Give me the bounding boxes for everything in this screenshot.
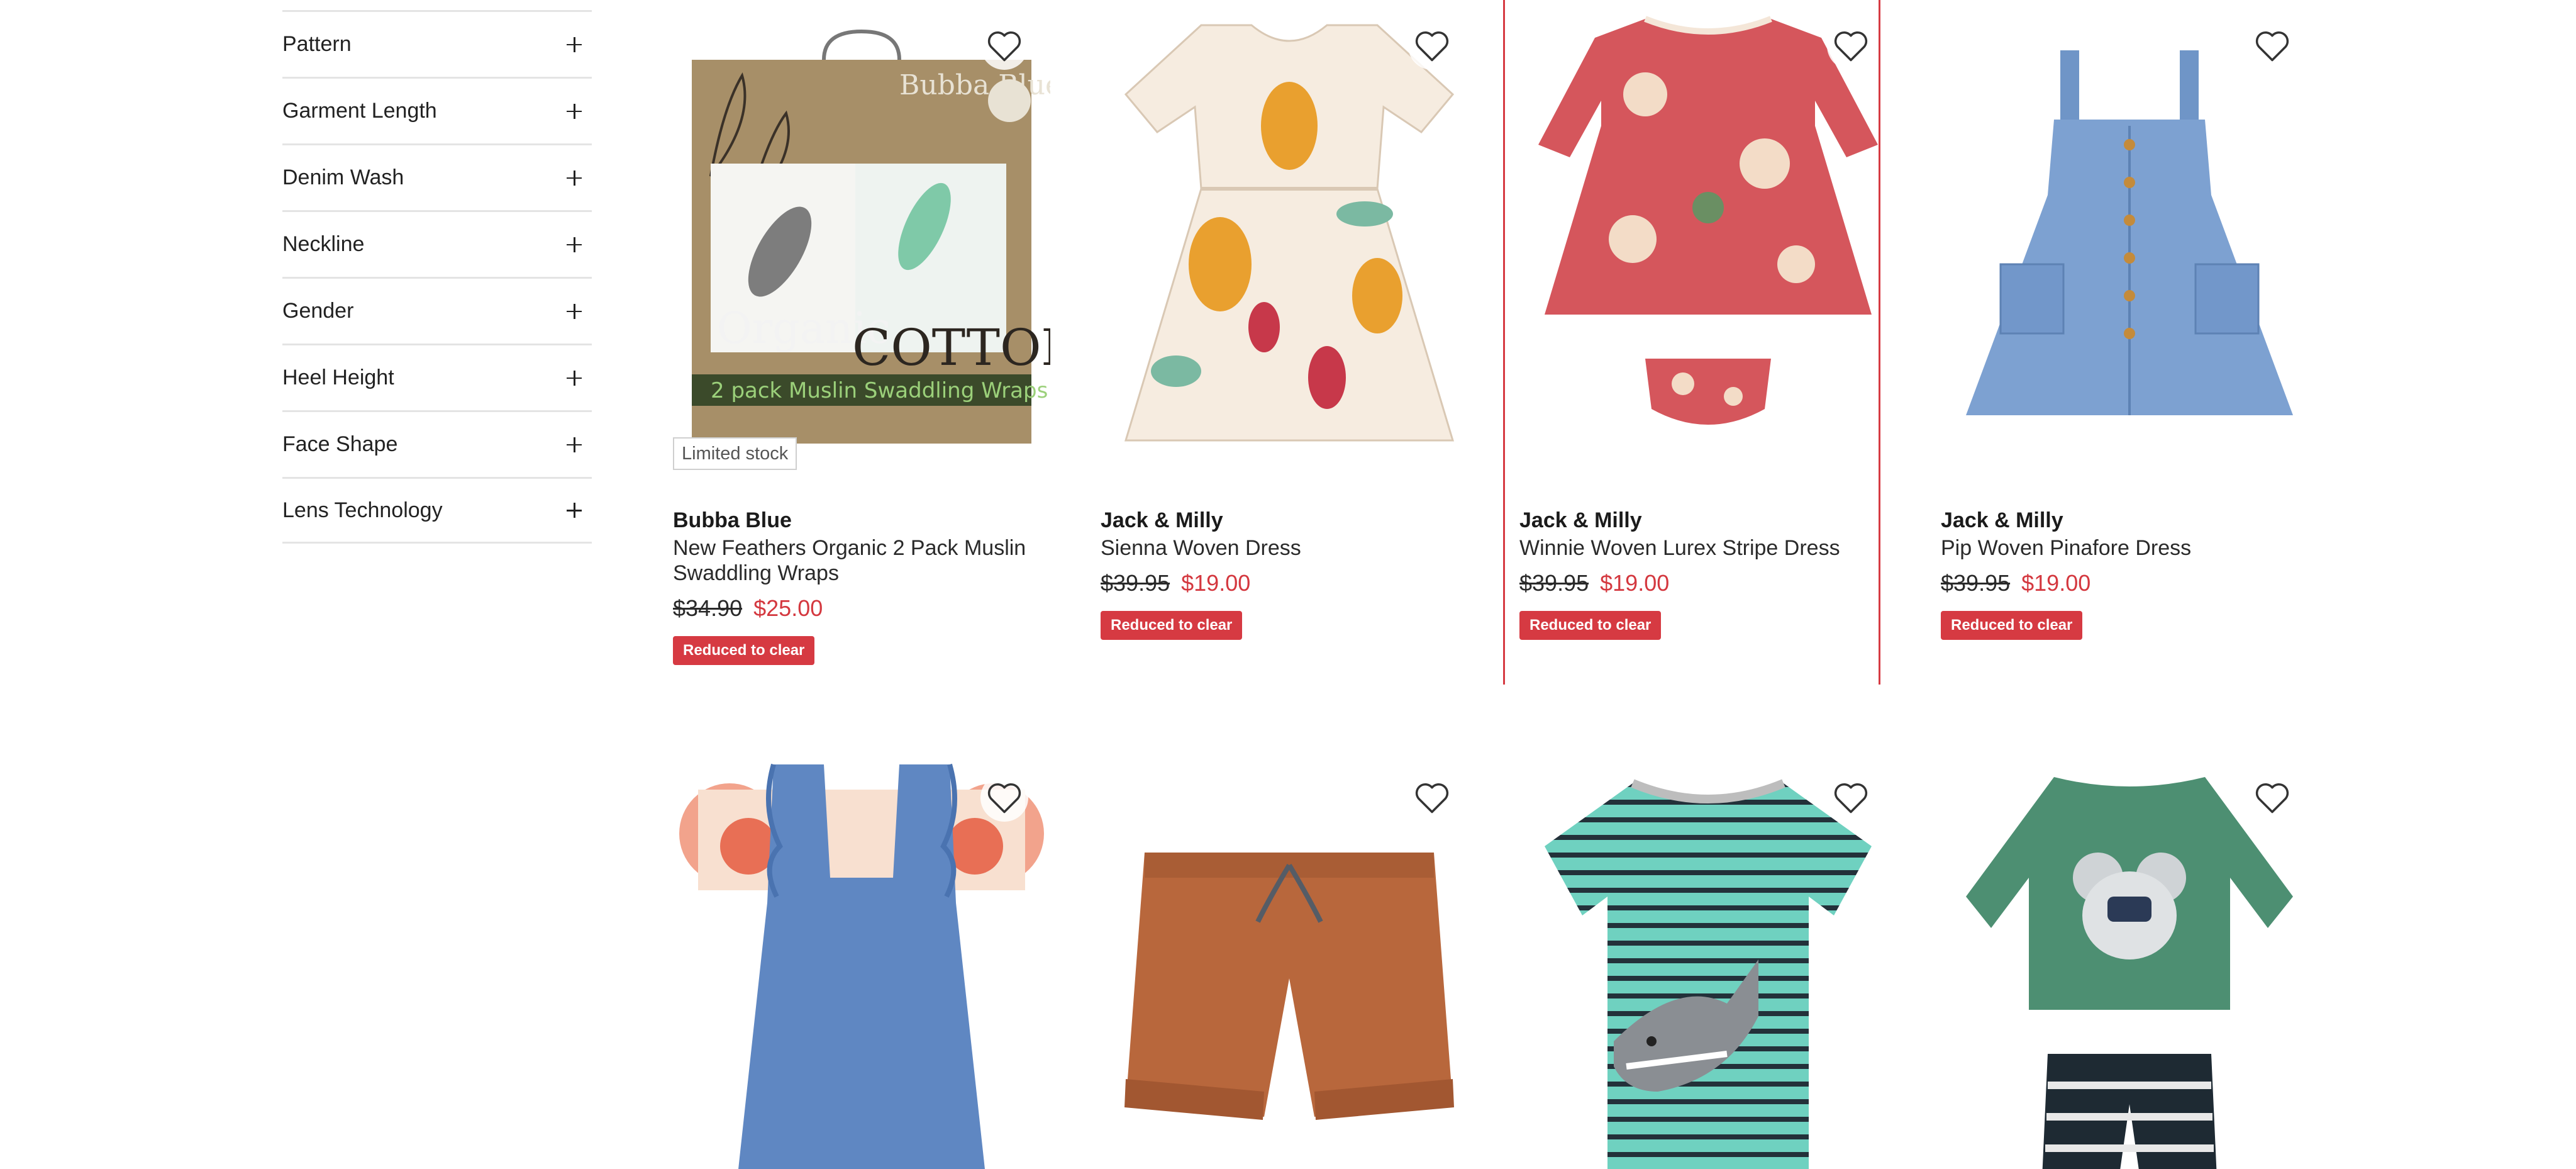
wishlist-heart-icon[interactable]	[2248, 774, 2296, 822]
was-price: $39.95	[1519, 570, 1589, 596]
product-name[interactable]: Winnie Woven Lurex Stripe Dress	[1519, 535, 1897, 561]
filter-heel-height[interactable]: Heel Height	[282, 344, 592, 410]
filter-denim-wash[interactable]: Denim Wash	[282, 143, 592, 210]
plus-icon[interactable]	[567, 170, 582, 186]
filter-label: Neckline	[282, 232, 365, 256]
wishlist-heart-icon[interactable]	[980, 774, 1028, 822]
stock-tag: Limited stock	[673, 437, 797, 470]
filter-pattern[interactable]: Pattern	[282, 10, 592, 77]
wishlist-heart-icon[interactable]	[1408, 22, 1456, 70]
product-grid: Bubba Blue Organic COTTON 2 pack Muslin …	[673, 0, 2333, 1169]
sale-price: $19.00	[1600, 570, 1670, 596]
filter-gender[interactable]: Gender	[282, 277, 592, 344]
denim-pinafore-image[interactable]	[1941, 0, 2318, 472]
wishlist-heart-icon[interactable]	[980, 22, 1028, 70]
was-price: $34.90	[673, 595, 743, 621]
product-name[interactable]: Sienna Woven Dress	[1101, 535, 1478, 561]
sale-price: $19.00	[1181, 570, 1251, 596]
filter-lens-technology[interactable]: Lens Technology	[282, 477, 592, 544]
wishlist-heart-icon[interactable]	[2248, 22, 2296, 70]
was-price: $39.95	[1101, 570, 1170, 596]
plus-icon[interactable]	[567, 237, 582, 252]
filter-label: Face Shape	[282, 432, 398, 456]
price-row: $39.95 $19.00	[1941, 569, 2318, 597]
product-brand[interactable]: Jack & Milly	[1519, 506, 1897, 534]
filter-label: Pattern	[282, 32, 352, 56]
filter-label: Gender	[282, 299, 354, 323]
product-name[interactable]: New Feathers Organic 2 Pack Muslin Swadd…	[673, 535, 1050, 586]
box-band-text: 2 pack Muslin Swaddling Wraps	[711, 378, 1048, 403]
product-brand[interactable]: Jack & Milly	[1101, 506, 1478, 534]
sale-price: $25.00	[753, 595, 823, 621]
plus-icon[interactable]	[567, 370, 582, 386]
sale-badge: Reduced to clear	[1519, 611, 1662, 640]
filter-label: Garment Length	[282, 99, 437, 123]
product-brand[interactable]: Jack & Milly	[1941, 506, 2318, 534]
wishlist-heart-icon[interactable]	[1408, 774, 1456, 822]
wishlist-heart-icon[interactable]	[1827, 774, 1875, 822]
product-brand[interactable]: Bubba Blue	[673, 506, 1050, 534]
sale-badge: Reduced to clear	[673, 636, 815, 665]
filter-label: Denim Wash	[282, 165, 404, 189]
filter-label: Heel Height	[282, 366, 394, 389]
sale-price: $19.00	[2021, 570, 2091, 596]
swaddle-box-image[interactable]: Bubba Blue Organic COTTON 2 pack Muslin …	[673, 0, 1050, 472]
floral-dress-image[interactable]	[1101, 0, 1478, 472]
product-name[interactable]: Pip Woven Pinafore Dress	[1941, 535, 2318, 561]
plus-icon[interactable]	[567, 103, 582, 119]
plus-icon[interactable]	[567, 503, 582, 518]
plus-icon[interactable]	[567, 303, 582, 319]
was-price: $39.95	[1941, 570, 2011, 596]
pink-dress-image[interactable]	[1519, 0, 1897, 472]
plus-icon[interactable]	[567, 437, 582, 452]
box-cotton-text: COTTON	[852, 318, 1050, 377]
filter-label: Lens Technology	[282, 498, 443, 522]
price-row: $39.95 $19.00	[1519, 569, 1897, 597]
filter-sidebar: Pattern Garment Length Denim Wash Neckli…	[282, 10, 592, 544]
price-row: $34.90 $25.00	[673, 595, 1050, 622]
plus-icon[interactable]	[567, 36, 582, 52]
sale-badge: Reduced to clear	[1101, 611, 1243, 640]
wishlist-heart-icon[interactable]	[1827, 22, 1875, 70]
filter-neckline[interactable]: Neckline	[282, 210, 592, 277]
filter-garment-length[interactable]: Garment Length	[282, 77, 592, 143]
price-row: $39.95 $19.00	[1101, 569, 1478, 597]
filter-face-shape[interactable]: Face Shape	[282, 410, 592, 477]
sale-badge: Reduced to clear	[1941, 611, 2083, 640]
